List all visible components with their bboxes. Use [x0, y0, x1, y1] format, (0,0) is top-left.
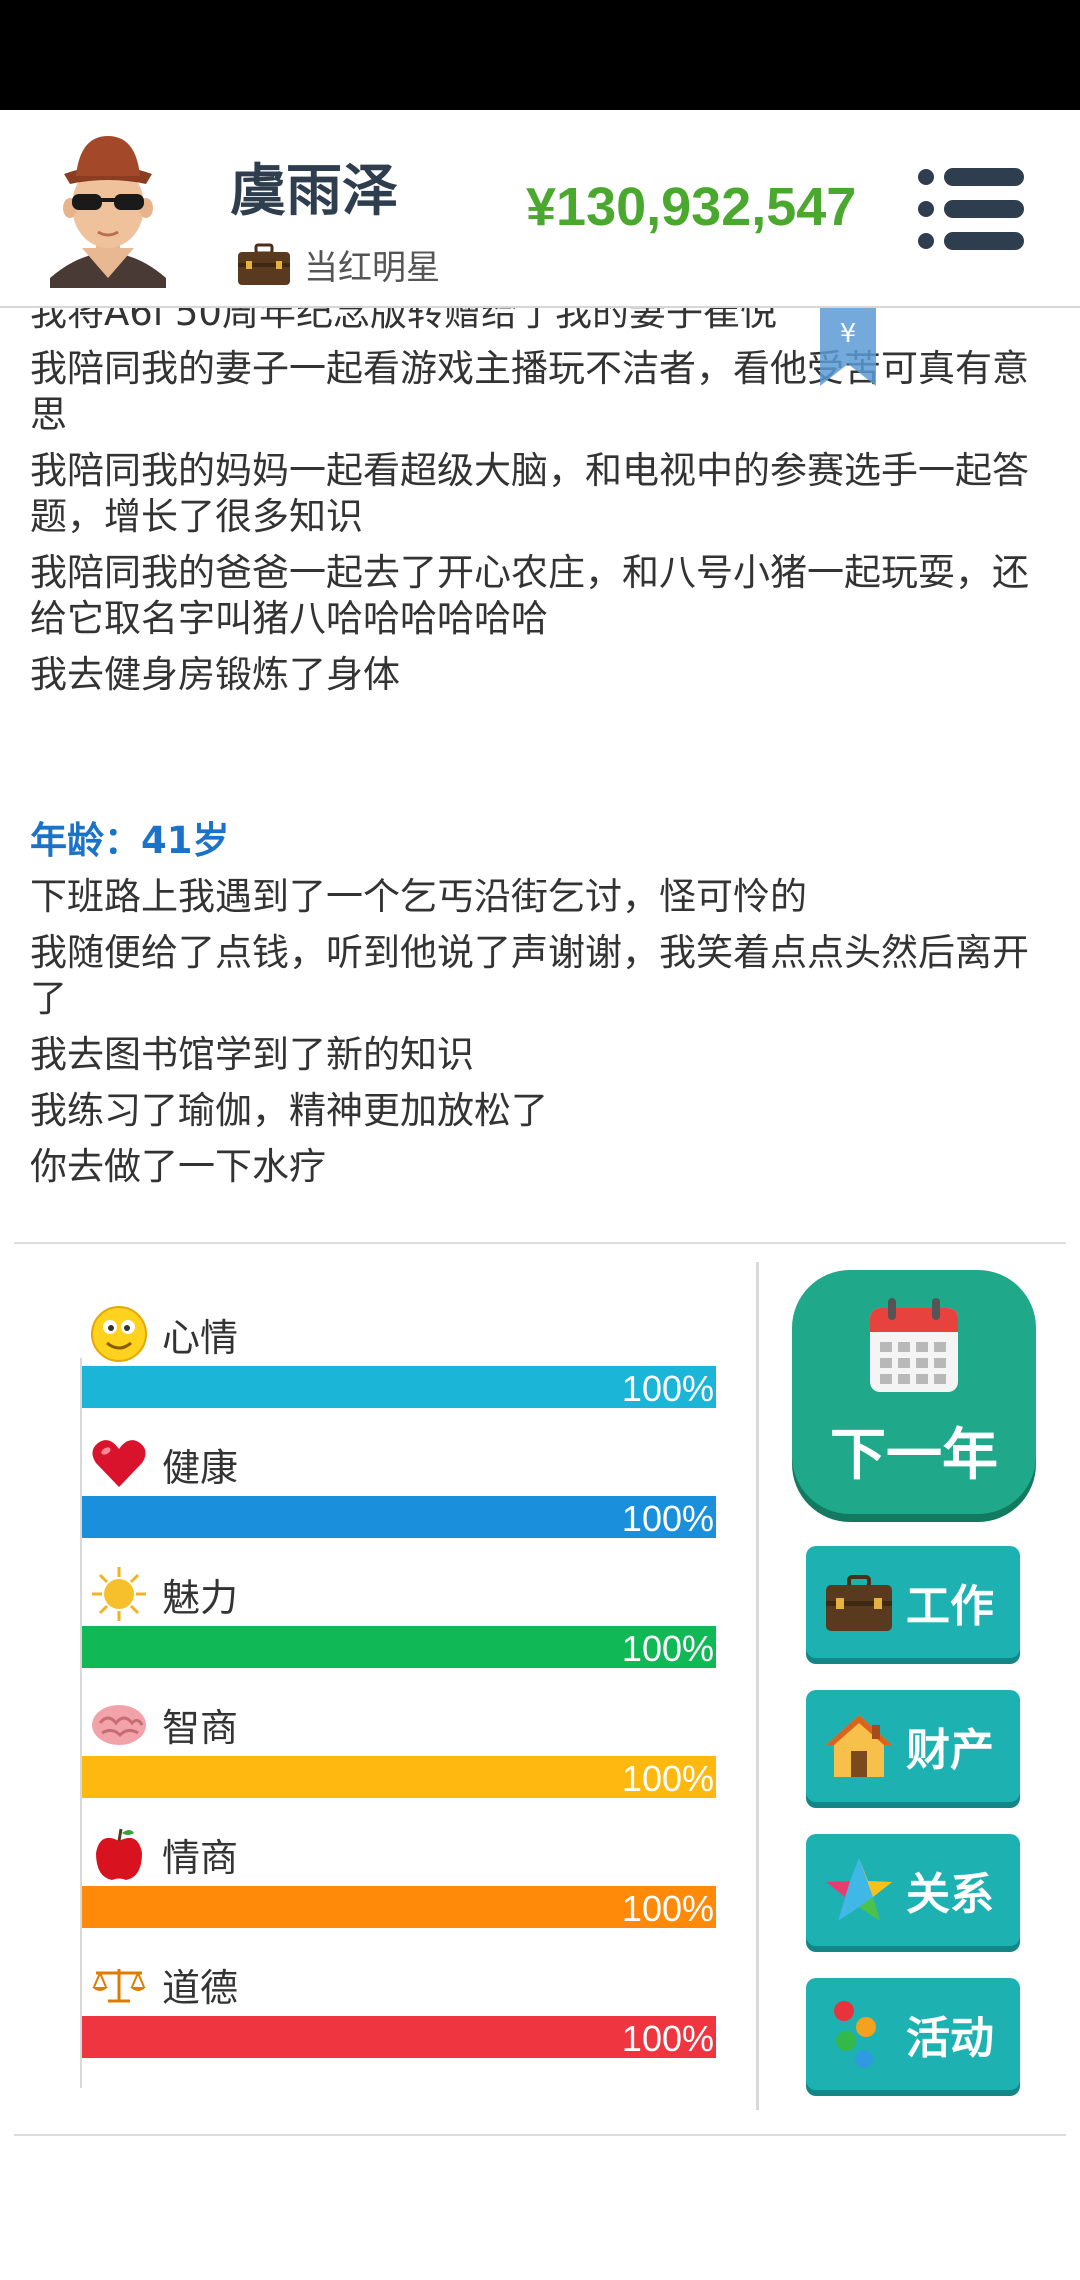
apple-icon — [96, 1828, 142, 1880]
log-line: 你去做了一下水疗 — [30, 1145, 326, 1188]
stat-bar: 100% — [82, 1626, 716, 1669]
stat-value: 100% — [621, 1498, 714, 1539]
work-button[interactable]: 工作 — [806, 1546, 1020, 1658]
relations-button[interactable]: 关系 — [806, 1834, 1020, 1946]
stat-bar-fill — [82, 1366, 716, 1408]
smiley-icon — [91, 1306, 147, 1362]
stat-value: 100% — [621, 1368, 714, 1409]
stat-bar: 100% — [82, 1756, 716, 1799]
avatar[interactable] — [42, 128, 174, 288]
stat-label: 心情 — [162, 1315, 239, 1360]
player-name: 虞雨泽 — [230, 159, 398, 224]
next-year-label: 下一年 — [830, 1423, 998, 1488]
activity-dots-icon — [834, 2001, 876, 2068]
stat-bar-fill — [82, 1626, 716, 1668]
age-heading: 年龄：41岁 — [30, 819, 230, 862]
heart-icon — [92, 1440, 146, 1487]
next-year-button[interactable]: 下一年 — [792, 1270, 1036, 1514]
stat-bar: 100% — [82, 1366, 716, 1409]
scales-icon — [92, 1969, 146, 2003]
stat-value: 100% — [621, 2018, 714, 2059]
stat-label: 情商 — [162, 1835, 239, 1880]
status-bar — [0, 0, 1080, 110]
divider — [14, 2134, 1066, 2136]
activities-button[interactable]: 活动 — [806, 1978, 1020, 2090]
log-line: 我陪同我的妻子一起看游戏主播玩不洁者，看他受苦可真有意思 — [30, 347, 1029, 436]
log-line: 我练习了瑜伽，精神更加放松了 — [30, 1089, 548, 1132]
stat-bar: 100% — [82, 1886, 716, 1929]
stat-bar-fill — [82, 1756, 716, 1798]
log-line: 我陪同我的爸爸一起去了开心农庄，和八号小猪一起玩耍，还给它取名字叫猪八哈哈哈哈哈… — [30, 551, 1029, 640]
log-line: 我随便给了点钱，听到他说了声谢谢，我笑着点点头然后离开了 — [30, 931, 1029, 1020]
log-line: 我陪同我的妈妈一起看超级大脑，和电视中的参赛选手一起答题，增长了很多知识 — [30, 449, 1029, 538]
job-title: 当红明星 — [304, 248, 440, 288]
log-line: 我去图书馆学到了新的知识 — [30, 1033, 474, 1076]
briefcase-icon — [238, 243, 290, 285]
bookmark-symbol: ¥ — [840, 319, 857, 349]
life-event-log[interactable]: 我将A6l 50周年纪念版转赠给了我的妻子崔悦 我陪同我的妻子一起看游戏主播玩不… — [0, 308, 1080, 1243]
stat-bar: 100% — [82, 2016, 716, 2059]
divider — [14, 1242, 1066, 1244]
relations-label: 关系 — [906, 1869, 994, 1920]
bookmark-yuan-icon[interactable]: ¥ — [820, 308, 876, 386]
player-header: 虞雨泽 当红明星 ¥130,932,547 — [0, 110, 1080, 308]
stat-label: 健康 — [162, 1445, 239, 1490]
house-icon — [826, 1715, 892, 1777]
work-label: 工作 — [906, 1581, 994, 1632]
stats-guide-line — [80, 1358, 82, 2088]
property-button[interactable]: 财产 — [806, 1690, 1020, 1802]
stat-label: 魅力 — [162, 1575, 239, 1620]
job-row: 当红明星 — [236, 240, 440, 289]
stat-label: 智商 — [162, 1705, 239, 1750]
briefcase-icon — [826, 1575, 892, 1631]
log-line: 下班路上我遇到了一个乞丐沿街乞讨，怪可怜的 — [30, 875, 807, 918]
calendar-icon — [870, 1298, 958, 1392]
brain-icon — [92, 1705, 146, 1745]
stat-value: 100% — [621, 1888, 714, 1929]
stat-value: 100% — [621, 1628, 714, 1669]
stat-bar-fill — [82, 2016, 716, 2058]
log-line: 我去健身房锻炼了身体 — [30, 653, 400, 696]
property-label: 财产 — [906, 1725, 994, 1776]
divider — [756, 1262, 759, 2110]
stat-bar: 100% — [82, 1496, 716, 1539]
stat-label: 道德 — [162, 1965, 239, 2010]
stat-bar-fill — [82, 1886, 716, 1928]
activities-label: 活动 — [906, 2013, 994, 2064]
star-icon — [826, 1858, 892, 1921]
stat-bar-fill — [82, 1496, 716, 1538]
stat-value: 100% — [621, 1758, 714, 1799]
log-line: 我将A6l 50周年纪念版转赠给了我的妻子崔悦 — [30, 308, 777, 334]
menu-icon[interactable] — [918, 168, 1024, 250]
sun-icon — [92, 1567, 146, 1621]
money-balance: ¥130,932,547 — [526, 177, 857, 237]
